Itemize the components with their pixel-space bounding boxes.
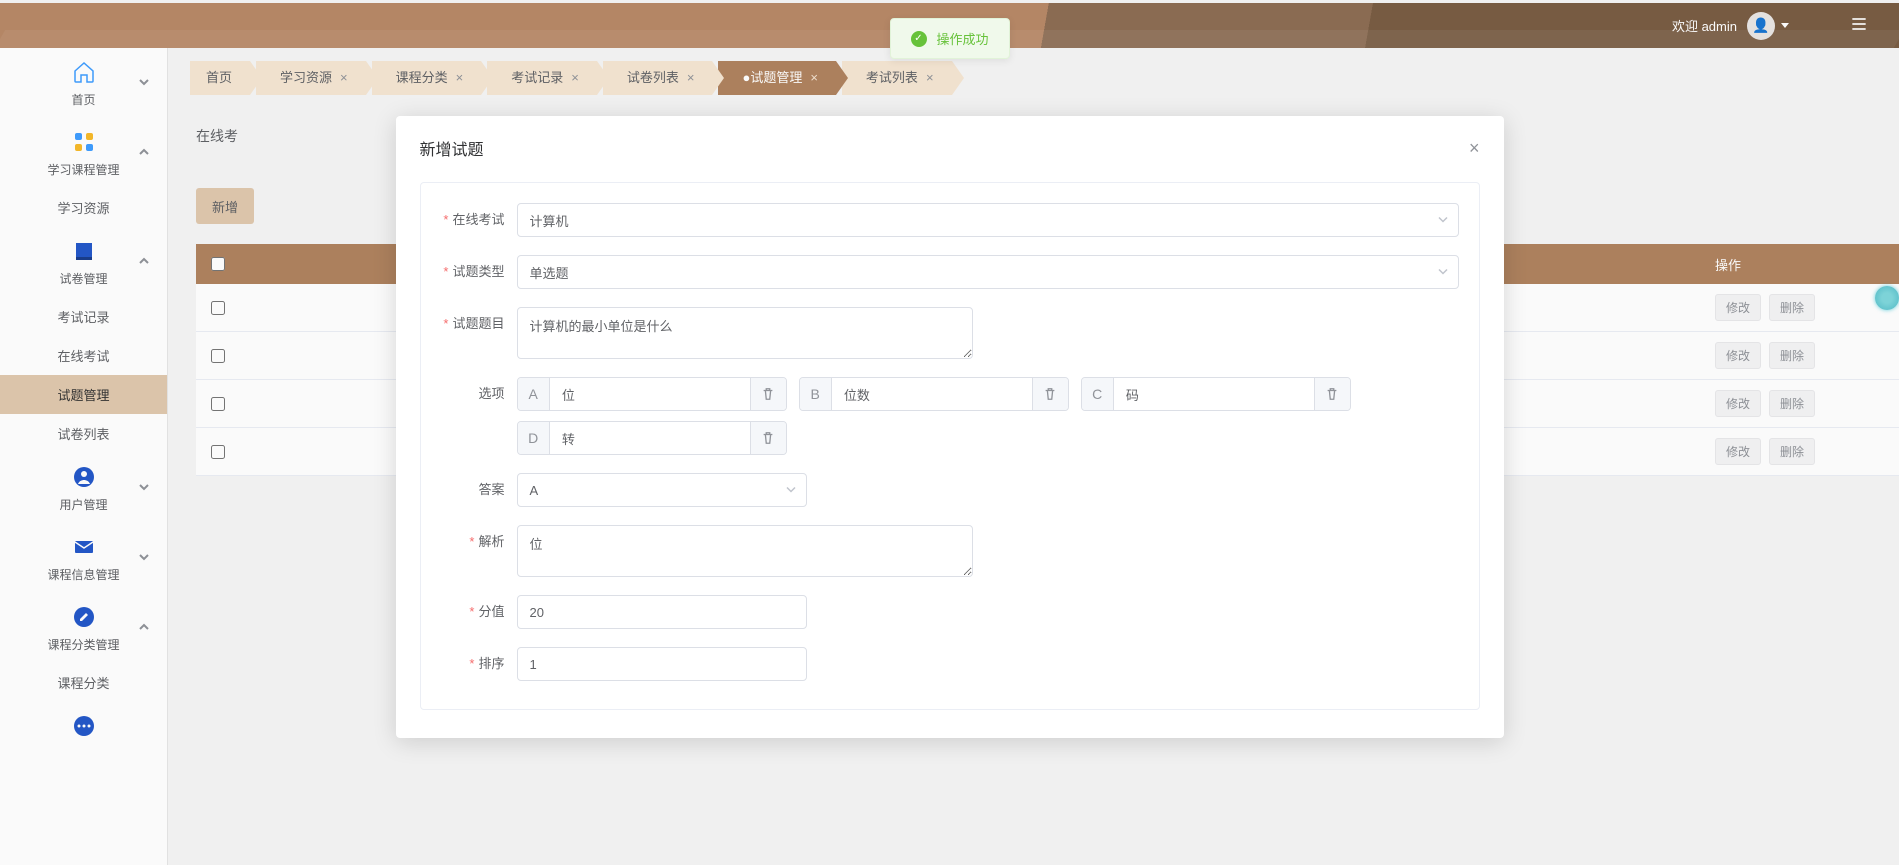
options-label: 选项	[441, 377, 517, 411]
option-d: D	[517, 421, 787, 455]
score-input[interactable]	[517, 595, 807, 629]
delete-icon[interactable]	[750, 422, 786, 454]
sort-label: 排序	[441, 647, 517, 681]
answer-label: 答案	[441, 473, 517, 507]
analysis-label: 解析	[441, 525, 517, 559]
exam-select[interactable]: 计算机	[517, 203, 1459, 237]
score-label: 分值	[441, 595, 517, 629]
option-a: A	[517, 377, 787, 411]
option-b: B	[799, 377, 1069, 411]
option-c: C	[1081, 377, 1351, 411]
toast-message: 操作成功	[936, 29, 988, 48]
add-question-dialog: 新增试题 × 在线考试 计算机 试题类型 单选题	[396, 116, 1504, 738]
chevron-down-icon	[1438, 213, 1448, 228]
type-select[interactable]: 单选题	[517, 255, 1459, 289]
title-label: 试题题目	[441, 307, 517, 341]
delete-icon[interactable]	[1314, 378, 1350, 410]
sort-input[interactable]	[517, 647, 807, 681]
dialog-title: 新增试题	[420, 136, 484, 160]
option-input[interactable]	[1114, 378, 1314, 410]
chevron-down-icon	[1438, 265, 1448, 280]
chevron-down-icon	[786, 483, 796, 498]
success-toast: ✓ 操作成功	[889, 18, 1009, 59]
exam-label: 在线考试	[441, 203, 517, 237]
delete-icon[interactable]	[750, 378, 786, 410]
title-textarea[interactable]: 计算机的最小单位是什么	[517, 307, 973, 359]
analysis-textarea[interactable]: 位	[517, 525, 973, 577]
option-input[interactable]	[832, 378, 1032, 410]
option-letter: C	[1082, 378, 1114, 410]
option-input[interactable]	[550, 422, 750, 454]
close-icon[interactable]: ×	[1469, 138, 1480, 159]
delete-icon[interactable]	[1032, 378, 1068, 410]
option-letter: A	[518, 378, 550, 410]
option-letter: D	[518, 422, 550, 454]
check-icon: ✓	[910, 31, 926, 47]
scroll-indicator[interactable]	[1875, 286, 1899, 310]
option-input[interactable]	[550, 378, 750, 410]
type-label: 试题类型	[441, 255, 517, 289]
option-letter: B	[800, 378, 832, 410]
answer-select[interactable]: A	[517, 473, 807, 507]
